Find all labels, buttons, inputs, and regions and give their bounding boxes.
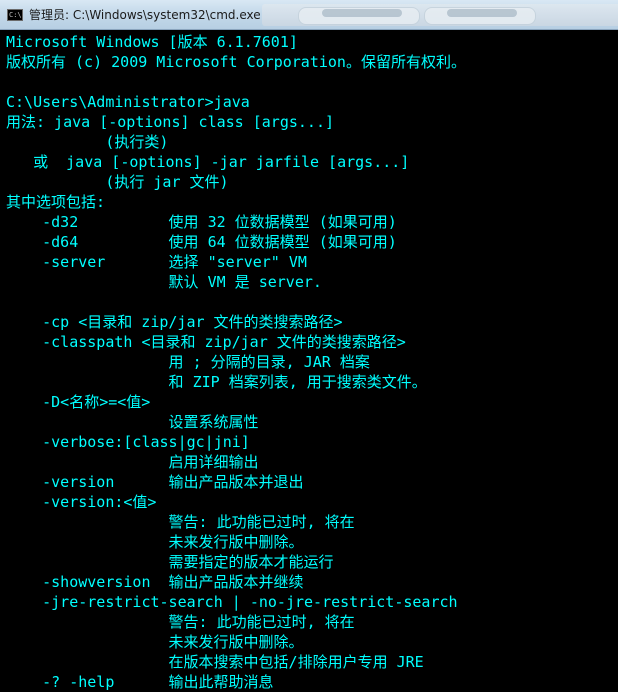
blurred-text [322,9,402,17]
console-line: -D<名称>=<值> [6,393,151,411]
console-line: C:\Users\Administrator>java [6,93,250,111]
console-line: 需要指定的版本才能运行 [6,553,334,571]
console-line: 用 ; 分隔的目录, JAR 档案 [6,353,370,371]
console-line: -version 输出产品版本并退出 [6,473,304,491]
console-line: -cp <目录和 zip/jar 文件的类搜索路径> [6,313,343,331]
blurred-text [447,9,517,17]
console-line: -d32 使用 32 位数据模型 (如果可用) [6,213,397,231]
console-line: 和 ZIP 档案列表, 用于搜索类文件。 [6,373,427,391]
window-title: 管理员: C:\Windows\system32\cmd.exe [29,8,261,22]
console-line: -? -help 输出此帮助消息 [6,673,274,691]
console-line: -showversion 输出产品版本并继续 [6,573,304,591]
console-line: 设置系统属性 [6,413,259,431]
console-line: 默认 VM 是 server. [6,273,322,291]
console-line: 未来发行版中删除。 [6,633,304,651]
console-line: 或 java [-options] -jar jarfile [args...] [6,153,410,171]
console-line: 启用详细输出 [6,453,259,471]
cmd-window: C:\ 管理员: C:\Windows\system32\cmd.exe Mic… [0,0,618,692]
console-line: -version:<值> [6,493,157,511]
console-line: 版权所有 (c) 2009 Microsoft Corporation。保留所有… [6,53,466,71]
console-line: 警告: 此功能已过时, 将在 [6,513,355,531]
console-line: (执行类) [6,133,169,151]
cmd-icon: C:\ [7,8,23,21]
title-bar[interactable]: C:\ 管理员: C:\Windows\system32\cmd.exe [0,0,618,30]
console-line: 未来发行版中删除。 [6,533,304,551]
background-window-blur [262,4,618,26]
console-line: 用法: java [-options] class [args...] [6,113,335,131]
console-line: 在版本搜索中包括/排除用户专用 JRE [6,653,424,671]
console-line: -jre-restrict-search | -no-jre-restrict-… [6,593,458,611]
console-line: -verbose:[class|gc|jni] [6,433,250,451]
console-line: 警告: 此功能已过时, 将在 [6,613,355,631]
console-line: -server 选择 "server" VM [6,253,307,271]
console-line: -d64 使用 64 位数据模型 (如果可用) [6,233,397,251]
console-output[interactable]: Microsoft Windows [版本 6.1.7601] 版权所有 (c) … [0,30,618,692]
console-line: Microsoft Windows [版本 6.1.7601] [6,33,298,51]
console-line: (执行 jar 文件) [6,173,229,191]
console-line: -classpath <目录和 zip/jar 文件的类搜索路径> [6,333,406,351]
console-line: 其中选项包括: [6,193,106,211]
